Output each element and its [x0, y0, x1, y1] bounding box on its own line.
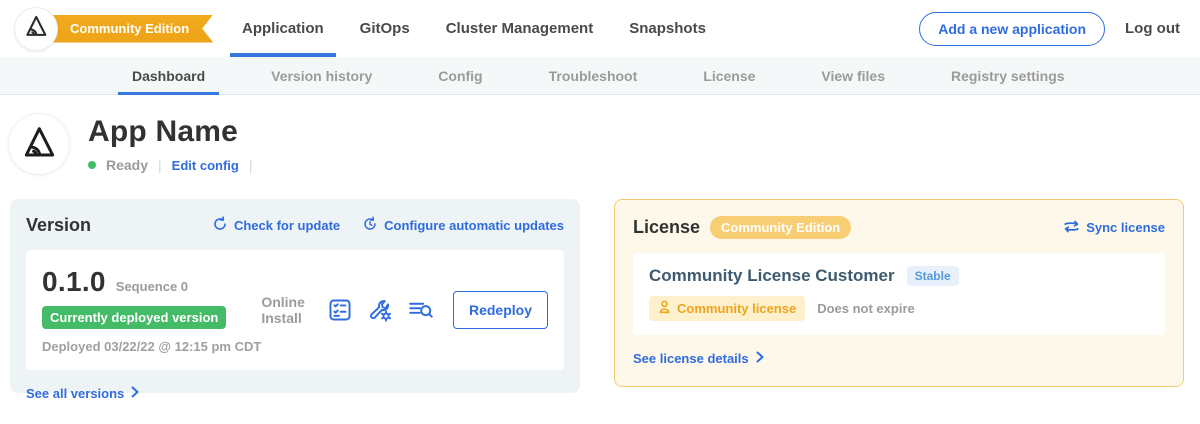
chevron-right-icon	[754, 351, 765, 366]
version-number: 0.1.0	[42, 266, 106, 298]
customer-name: Community License Customer	[649, 266, 895, 286]
dashboard-cards: Version Check for update	[0, 199, 1200, 393]
app-status-text: Ready	[106, 157, 148, 173]
tab-troubleshoot[interactable]: Troubleshoot	[535, 57, 652, 94]
app-avatar	[8, 113, 70, 175]
preflight-checks-icon[interactable]	[327, 297, 353, 323]
kots-admin-console: Community Edition Application GitOps Clu…	[0, 0, 1200, 424]
license-details-panel: Community License Customer Stable Commun…	[633, 253, 1165, 335]
view-logs-icon[interactable]	[407, 297, 435, 323]
ready-status-dot	[88, 161, 96, 169]
check-for-update-link[interactable]: Check for update	[212, 216, 340, 235]
community-edition-badge: Community Edition	[710, 216, 851, 239]
header-right: Add a new application Log out	[919, 12, 1200, 46]
see-all-versions-link[interactable]: See all versions	[26, 386, 140, 401]
add-new-application-button[interactable]: Add a new application	[919, 12, 1105, 46]
edit-config-wrench-icon[interactable]	[367, 297, 393, 323]
logout-button[interactable]: Log out	[1125, 20, 1180, 37]
install-type-label: Online Install	[261, 294, 309, 326]
redeploy-button[interactable]: Redeploy	[453, 291, 548, 329]
divider: |	[158, 157, 162, 173]
community-edition-ribbon: Community Edition	[34, 15, 213, 43]
tab-config[interactable]: Config	[424, 57, 496, 94]
expiration-text: Does not expire	[817, 301, 915, 316]
replicated-logo-icon	[20, 123, 58, 166]
tab-license[interactable]: License	[689, 57, 769, 94]
tab-view-files[interactable]: View files	[807, 57, 899, 94]
page-title: App Name	[88, 115, 252, 149]
license-type-badge: Community license	[649, 296, 805, 321]
app-logo-badge	[14, 7, 58, 51]
top-nav: Application GitOps Cluster Management Sn…	[230, 0, 718, 57]
top-nav-gitops[interactable]: GitOps	[348, 0, 422, 57]
schedule-update-icon	[362, 216, 378, 235]
deployed-timestamp: Deployed 03/22/22 @ 12:15 pm CDT	[42, 339, 261, 354]
sync-license-link[interactable]: Sync license	[1063, 219, 1165, 237]
top-nav-application[interactable]: Application	[230, 0, 336, 57]
channel-badge: Stable	[907, 266, 959, 286]
top-nav-snapshots[interactable]: Snapshots	[617, 0, 718, 57]
tab-registry-settings[interactable]: Registry settings	[937, 57, 1079, 94]
version-card-title: Version	[26, 215, 91, 236]
sequence-label: Sequence 0	[116, 279, 188, 294]
sync-icon	[1063, 219, 1080, 237]
brand-block: Community Edition	[14, 7, 194, 51]
license-card: License Community Edition Sync licen	[614, 199, 1184, 387]
tab-version-history[interactable]: Version history	[257, 57, 386, 94]
current-version-panel: 0.1.0 Sequence 0 Currently deployed vers…	[26, 250, 564, 370]
license-card-title: License	[633, 217, 700, 238]
refresh-icon	[212, 216, 228, 235]
divider: |	[249, 157, 253, 173]
chevron-right-icon	[129, 386, 140, 401]
person-icon	[658, 300, 671, 317]
app-sub-nav: Dashboard Version history Config Trouble…	[0, 57, 1200, 95]
configure-automatic-updates-link[interactable]: Configure automatic updates	[362, 216, 564, 235]
tab-dashboard[interactable]: Dashboard	[118, 57, 219, 94]
see-license-details-link[interactable]: See license details	[633, 351, 765, 366]
app-heading: App Name Ready | Edit config |	[0, 95, 1200, 175]
top-header: Community Edition Application GitOps Clu…	[0, 0, 1200, 57]
edit-config-link[interactable]: Edit config	[172, 158, 239, 173]
replicated-logo-icon	[23, 13, 49, 44]
currently-deployed-badge: Currently deployed version	[42, 306, 226, 329]
top-nav-cluster-management[interactable]: Cluster Management	[434, 0, 606, 57]
version-card: Version Check for update	[10, 199, 580, 393]
